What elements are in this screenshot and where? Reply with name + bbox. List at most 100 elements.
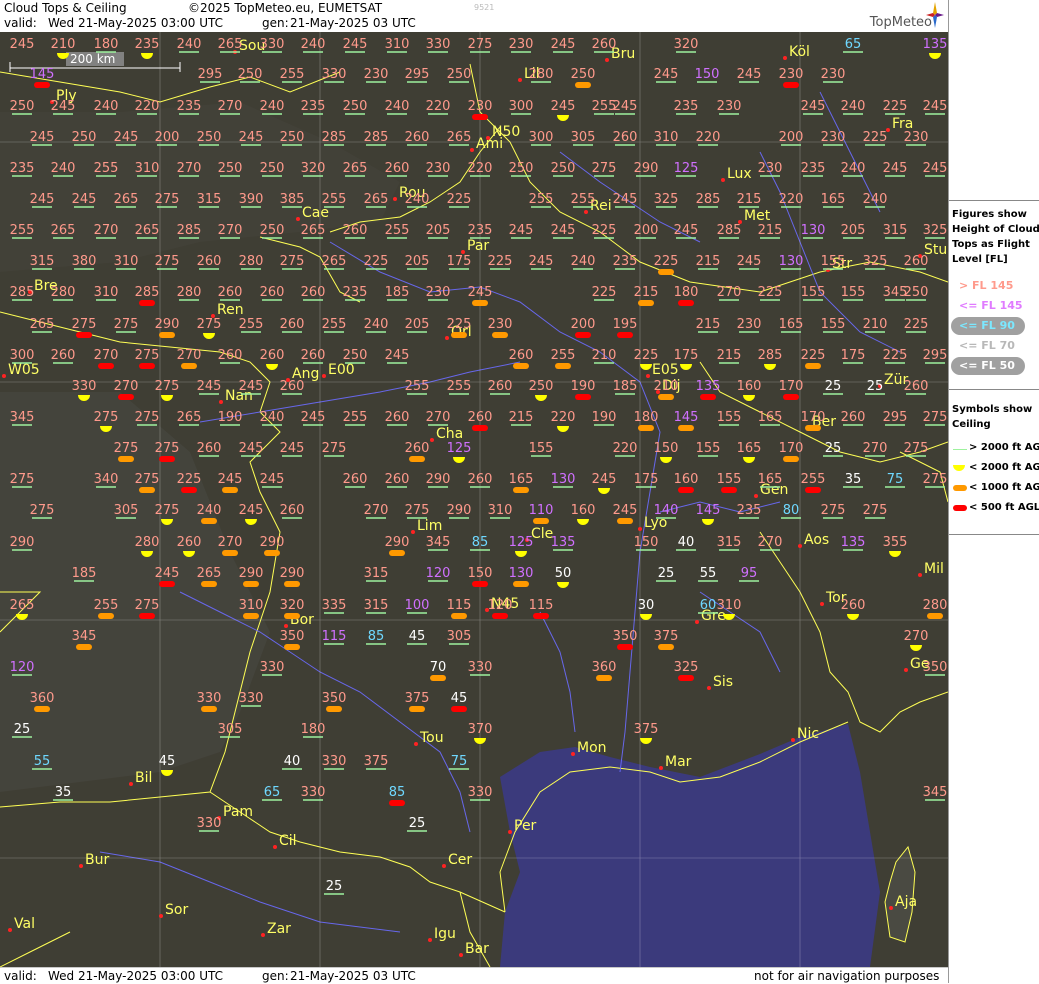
cloud-top-label: 235	[301, 99, 326, 115]
cloud-top-label: 200	[155, 130, 179, 146]
ceiling-symbol-below-500ft	[139, 613, 155, 619]
flight-level-value: 315	[717, 535, 742, 550]
cloud-top-label: 310	[488, 503, 513, 519]
flight-level-value: 285	[758, 348, 783, 363]
flight-level-value: 260	[301, 285, 326, 300]
flight-level-value: 235	[801, 161, 826, 176]
flight-level-value: 375	[364, 754, 389, 769]
ceiling-symbol-below-1000ft	[638, 425, 654, 431]
flight-level-value: 230	[737, 317, 762, 332]
flight-level-value: 270	[758, 535, 783, 550]
cloud-top-label: 230	[426, 285, 450, 301]
flight-level-value: 180	[674, 285, 699, 300]
cloud-top-label: 215	[509, 410, 533, 426]
flight-level-value: 245	[260, 472, 285, 487]
flight-level-value: 260	[904, 379, 929, 394]
flight-level-value: 210	[654, 379, 679, 394]
flight-level-value: 270	[904, 629, 929, 644]
flight-level-value: 380	[72, 254, 97, 269]
flight-level-value: 145	[674, 410, 699, 425]
flight-level-value: 250	[238, 67, 263, 82]
cloud-top-label: 260	[260, 285, 284, 301]
ceiling-symbol-below-1000ft	[159, 332, 175, 338]
cloud-top-label: 245	[923, 161, 947, 177]
flight-level-value: 260	[405, 441, 430, 456]
flight-level-value: 215	[696, 317, 721, 332]
flight-level-value: 170	[801, 410, 826, 425]
flight-level-value: 370	[468, 722, 493, 737]
flight-level-value: 275	[10, 472, 35, 487]
flight-level-value: 275	[114, 317, 139, 332]
flight-level-value: 245	[737, 254, 762, 269]
flight-level-value: 255	[94, 598, 119, 613]
flight-level-value: 270	[94, 348, 119, 363]
flight-level-value: 125	[509, 535, 534, 550]
cloud-top-label: 255	[405, 379, 429, 395]
flight-level-value: 285	[177, 223, 202, 238]
ceiling-symbol-below-1000ft	[389, 550, 405, 556]
symbols-legend-title: Symbols show Ceiling	[952, 404, 1033, 430]
flight-level-value: 65	[264, 785, 281, 800]
cloud-top-label: 330	[426, 37, 450, 53]
cloud-top-label: 250	[260, 223, 284, 239]
topmeteo-logo[interactable]: TopMeteo	[836, 2, 946, 30]
satellite-map[interactable]: Sou Bru Köl Lil Ply Ami N50 Fra Lux Rou Rei Cae Met P…	[0, 32, 948, 967]
cloud-top-label: 260	[385, 472, 409, 488]
flight-level-value: 275	[923, 410, 948, 425]
city-dot	[129, 782, 133, 786]
cloud-top-label: 315	[30, 254, 54, 270]
legend-panel: Figures show Height of Cloud Tops as Fli…	[948, 0, 1039, 983]
flight-level-value: 250	[904, 285, 929, 300]
flight-level-value: 260	[343, 223, 368, 238]
compass-icon	[926, 2, 944, 28]
flight-level-value: 230	[468, 99, 493, 114]
cloud-top-label: 255	[94, 161, 118, 177]
flight-level-value: 250	[571, 67, 596, 82]
cloud-top-label: 245	[613, 99, 637, 115]
cloud-top-label: 265	[447, 130, 472, 146]
ceiling-symbol-below-1000ft	[678, 425, 694, 431]
flight-level-value: 360	[592, 660, 617, 675]
flight-level-value: 310	[488, 503, 513, 518]
cloud-top-label: 245	[51, 99, 75, 115]
flight-level-value: 265	[447, 130, 472, 145]
cloud-top-label: 235	[613, 254, 637, 270]
city-name: Mil	[924, 561, 944, 577]
flight-level-value: 240	[364, 317, 389, 332]
flight-level-value: 245	[155, 566, 180, 581]
cloud-top-label: 330	[197, 816, 221, 832]
flight-level-value: 315	[883, 223, 908, 238]
flight-level-value: 280	[239, 254, 264, 269]
cloud-top-label: 330	[468, 660, 492, 676]
cloud-top-label: 125	[674, 161, 698, 177]
cloud-top-label: 245	[509, 223, 533, 239]
ceiling-symbol-below-500ft	[575, 332, 591, 338]
cloud-top-label: 35	[53, 785, 73, 801]
flight-level-value: 280	[177, 285, 202, 300]
city-dot	[393, 197, 397, 201]
flight-level-value: 170	[779, 379, 804, 394]
fl-legend-item: <= FL 50	[949, 357, 1039, 375]
cloud-top-label: 245	[613, 192, 637, 208]
cloud-top-label: 215	[737, 192, 761, 208]
cloud-top-label: 130	[551, 472, 575, 488]
flight-level-value: 135	[551, 535, 576, 550]
flight-level-value: 260	[280, 379, 305, 394]
cloud-top-label: 245	[883, 161, 907, 177]
flight-level-value: 255	[343, 410, 368, 425]
flight-level-value: 150	[695, 67, 720, 82]
city-dot	[783, 56, 787, 60]
flight-level-value: 255	[529, 192, 554, 207]
cloud-top-label: 295	[405, 67, 429, 83]
cloud-top-label: 245	[923, 99, 947, 115]
cloud-top-label: 245	[343, 37, 367, 53]
flight-level-value: 235	[301, 99, 326, 114]
cloud-top-label: 285	[717, 223, 741, 239]
scale-label: 200 km	[70, 52, 116, 66]
ceiling-legend-item: < 500 ft AGL	[949, 502, 1039, 520]
cloud-top-label: 280	[239, 254, 264, 270]
flight-level-value: 225	[447, 192, 472, 207]
ceiling-symbol-below-1000ft	[513, 581, 529, 587]
flight-level-value: 75	[451, 754, 468, 769]
flight-level-value: 245	[551, 99, 576, 114]
